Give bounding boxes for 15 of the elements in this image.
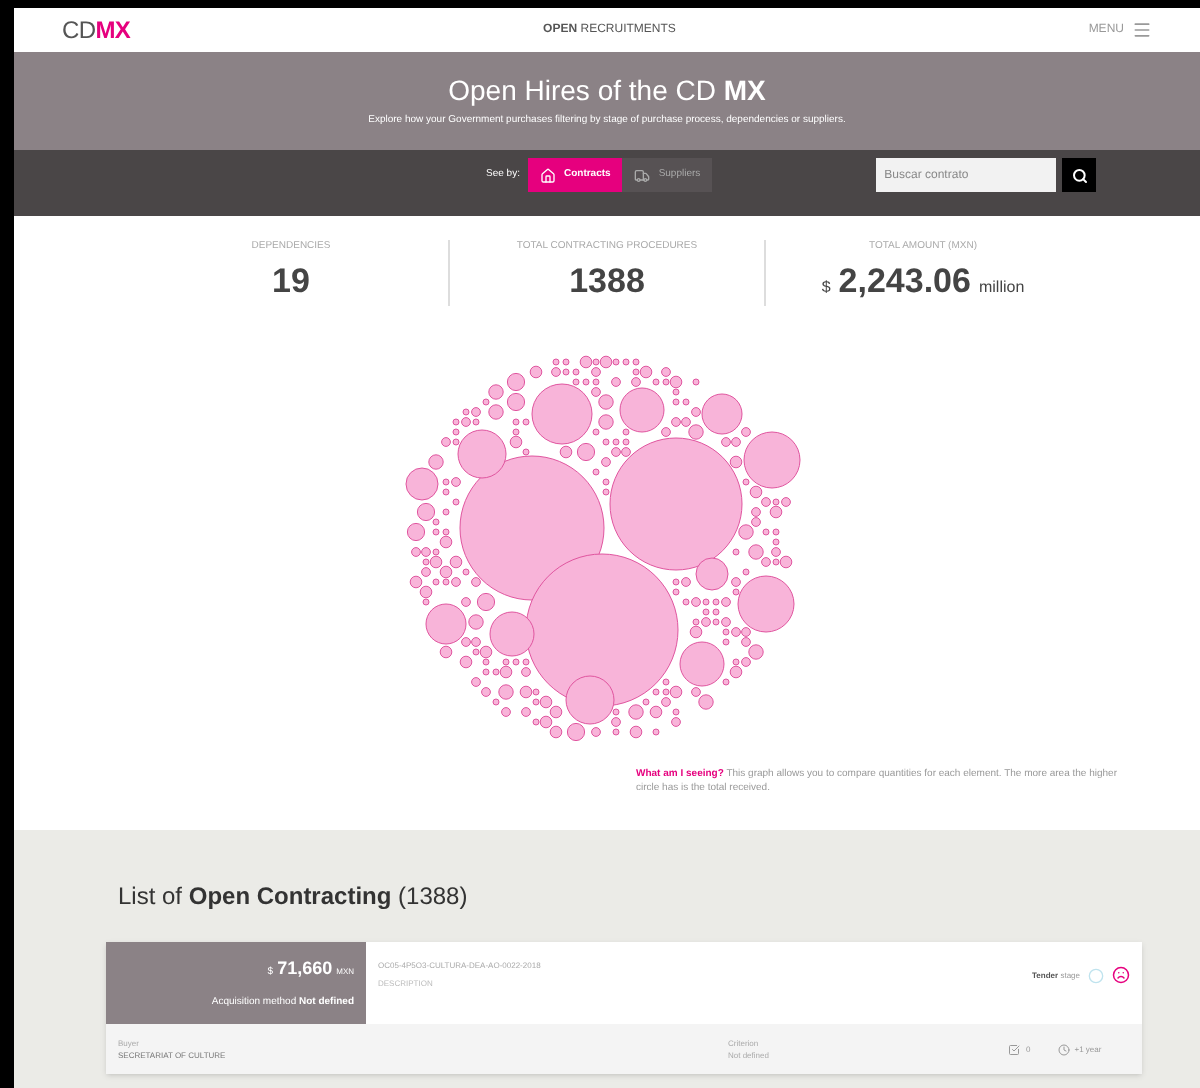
truck-icon <box>634 167 651 183</box>
checkbox-icon <box>1008 1043 1020 1055</box>
menu-icon <box>1131 20 1152 40</box>
logo[interactable]: CDMX <box>62 12 131 48</box>
search-icon <box>1071 167 1088 183</box>
page-title: Open Hires of the CD MX <box>448 74 766 109</box>
stage-circle-icon <box>1088 967 1104 983</box>
clock-icon <box>1058 1043 1071 1055</box>
building-icon <box>539 167 556 183</box>
search-button[interactable] <box>1062 158 1097 192</box>
frown-icon <box>1112 966 1130 984</box>
list-title: List of Open Contracting (1388) <box>118 880 470 914</box>
stat-value: 1388 <box>569 259 645 303</box>
stat-value: $ 2,243.06 million <box>821 259 1025 303</box>
stat-value: 19 <box>272 259 310 303</box>
